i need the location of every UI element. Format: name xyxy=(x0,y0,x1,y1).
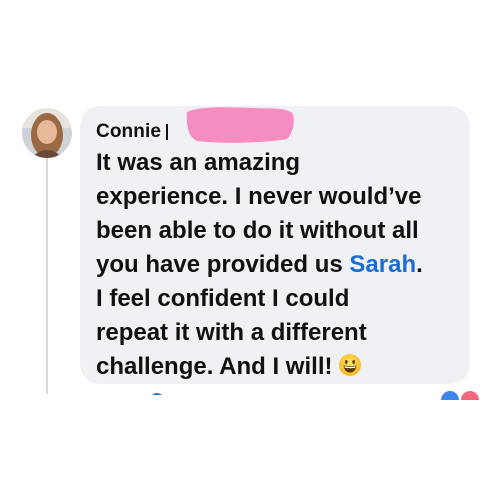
comment-line-with-mention: you have provided us Sarah. xyxy=(96,248,464,282)
mention-link[interactable]: Sarah xyxy=(349,251,416,278)
avatar-photo xyxy=(22,108,72,158)
comment-line-text: challenge. And I will! xyxy=(96,353,333,380)
redaction-mark xyxy=(186,107,294,143)
comment-line: It was an amazing xyxy=(96,149,301,176)
reaction-icons-partial xyxy=(441,391,479,400)
comment-line-final: challenge. And I will! xyxy=(96,350,464,384)
comment-line: I feel confident I could xyxy=(96,285,350,312)
reaction-icon-partial xyxy=(152,393,162,395)
comment-line: repeat it with a different xyxy=(96,319,367,346)
comment-line-text: you have provided us xyxy=(96,251,343,278)
comment-line: been able to do it without all xyxy=(96,217,419,244)
avatar[interactable] xyxy=(22,108,72,158)
comment-view: Connie It was an amazing experience. I n… xyxy=(0,0,500,500)
author-row: Connie xyxy=(96,120,168,144)
comment-line: experience. I never would’ve xyxy=(96,183,422,210)
comment-text: It was an amazing experience. I never wo… xyxy=(96,146,464,384)
thread-line xyxy=(46,158,48,394)
author-name-fragment xyxy=(166,124,168,140)
grinning-face-icon xyxy=(339,354,362,376)
mention-suffix: . xyxy=(416,251,423,278)
author-name[interactable]: Connie xyxy=(96,121,161,143)
